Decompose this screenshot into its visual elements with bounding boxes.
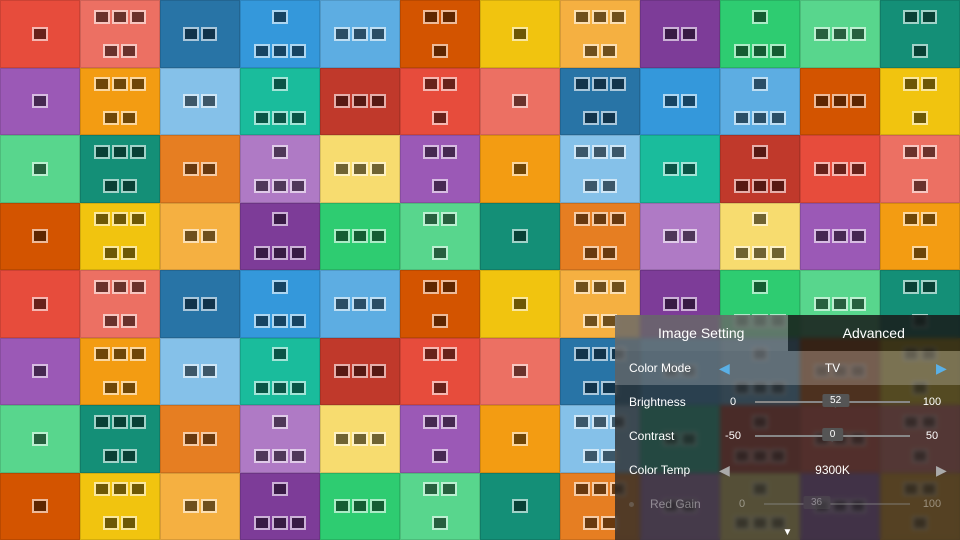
label-color-temp: Color Temp: [629, 463, 709, 477]
slider-contrast[interactable]: 0: [755, 435, 910, 437]
min-contrast: -50: [719, 430, 747, 442]
min-brightness: 0: [719, 396, 747, 408]
label-color-mode: Color Mode: [629, 361, 709, 375]
scroll-down-icon[interactable]: ▼: [783, 527, 793, 538]
value-color-temp: 9300K: [737, 463, 928, 477]
slider-brightness[interactable]: 52: [755, 401, 910, 403]
label-brightness: Brightness: [629, 395, 709, 409]
tab-advanced[interactable]: Advanced: [788, 315, 960, 351]
image-settings-panel: Image Setting Advanced Color Mode ◀ TV ▶…: [615, 315, 960, 540]
tab-bar: Image Setting Advanced: [615, 315, 960, 351]
knob-red-gain: 36: [803, 496, 830, 509]
value-color-mode: TV: [737, 361, 928, 375]
chevron-right-icon[interactable]: ▶: [936, 462, 946, 479]
row-contrast[interactable]: Contrast -50 0 50: [615, 419, 960, 453]
tab-image-setting[interactable]: Image Setting: [615, 315, 788, 351]
knob-brightness[interactable]: 52: [822, 394, 849, 407]
row-red-gain: Red Gain 0 36 100: [615, 487, 960, 521]
bullet-icon: [629, 502, 634, 507]
max-brightness: 100: [918, 396, 946, 408]
row-brightness[interactable]: Brightness 0 52 100: [615, 385, 960, 419]
row-color-mode[interactable]: Color Mode ◀ TV ▶: [615, 351, 960, 385]
chevron-left-icon[interactable]: ◀: [719, 462, 729, 479]
knob-contrast[interactable]: 0: [822, 428, 844, 441]
chevron-right-icon[interactable]: ▶: [936, 360, 946, 377]
max-contrast: 50: [918, 430, 946, 442]
max-red-gain: 100: [918, 498, 946, 510]
chevron-left-icon[interactable]: ◀: [719, 360, 729, 377]
row-color-temp[interactable]: Color Temp ◀ 9300K ▶: [615, 453, 960, 487]
min-red-gain: 0: [728, 498, 756, 510]
label-contrast: Contrast: [629, 429, 709, 443]
slider-red-gain: 36: [764, 503, 910, 505]
label-red-gain: Red Gain: [650, 497, 718, 511]
